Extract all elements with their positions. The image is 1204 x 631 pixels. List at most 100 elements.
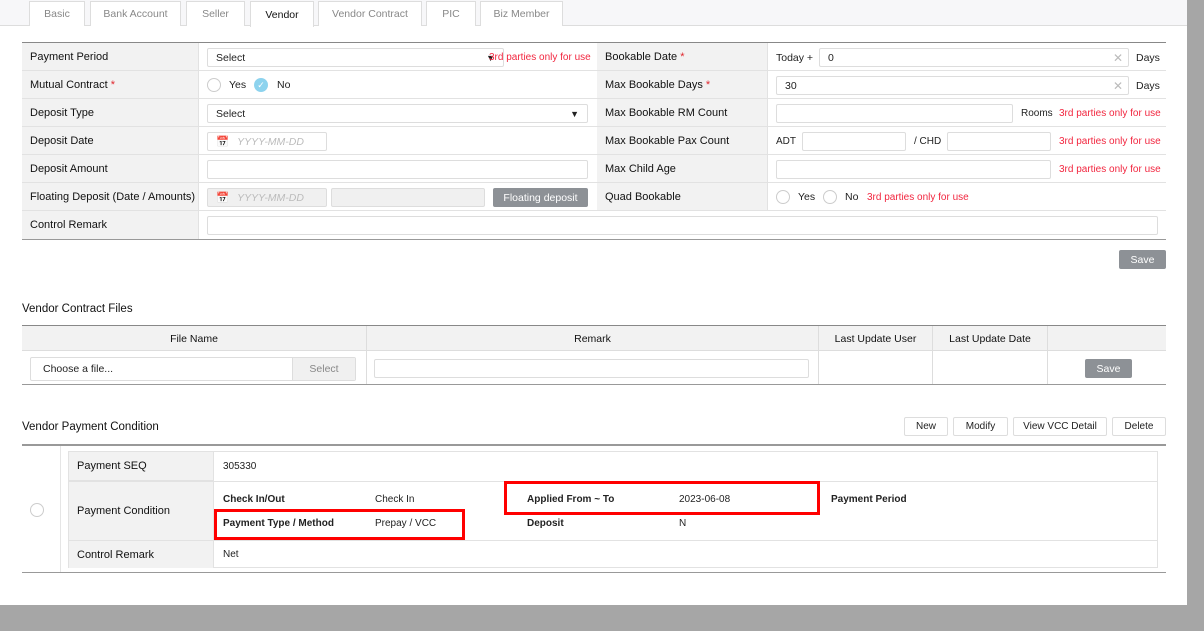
deposit-value: N <box>679 518 687 529</box>
payment-seq-label: Payment SEQ <box>69 452 214 481</box>
no-label: No <box>845 191 859 203</box>
adt-input[interactable] <box>802 132 906 151</box>
modify-button[interactable]: Modify <box>953 417 1008 436</box>
max-pax-count-label: Max Bookable Pax Count <box>597 127 768 154</box>
max-bookable-days-label: Max Bookable Days * <box>597 71 768 98</box>
calendar-icon[interactable]: 📅 <box>216 135 229 148</box>
deposit-type-label: Deposit Type <box>22 99 199 126</box>
tab-biz-member[interactable]: Biz Member <box>480 1 563 26</box>
label-text: Mutual Contract <box>30 78 108 91</box>
control-remark-input[interactable] <box>207 216 1158 235</box>
new-button[interactable]: New <box>904 417 948 436</box>
deposit-label: Deposit <box>527 518 564 529</box>
max-rm-count-input[interactable] <box>776 104 1013 123</box>
file-save-button[interactable]: Save <box>1085 359 1132 378</box>
tab-bank-account[interactable]: Bank Account <box>90 1 181 26</box>
required-mark: * <box>680 50 685 63</box>
contract-files-title: Vendor Contract Files <box>22 303 133 315</box>
deposit-date-label: Deposit Date <box>22 127 199 154</box>
vendor-modal: Basic Bank Account Seller Vendor Vendor … <box>0 0 1187 605</box>
days-unit: Days <box>1136 80 1160 92</box>
bookable-date-label: Bookable Date * <box>597 43 768 70</box>
mutual-contract-label: Mutual Contract * <box>22 71 199 98</box>
placeholder: YYYY-MM-DD <box>237 191 304 204</box>
control-remark-label: Control Remark <box>22 211 199 239</box>
max-bookable-days-input[interactable]: 30 ✕ <box>776 76 1129 95</box>
save-button[interactable]: Save <box>1119 250 1166 269</box>
caret-down-icon: ▼ <box>570 108 579 119</box>
control-remark-value: Net <box>223 549 239 560</box>
file-select-button[interactable]: Select <box>292 358 355 380</box>
payment-period-label: Payment Period <box>831 494 907 505</box>
quad-bookable-label: Quad Bookable <box>597 183 768 210</box>
yes-label: Yes <box>798 191 816 203</box>
select-value: Select <box>216 51 246 64</box>
chd-input[interactable] <box>947 132 1051 151</box>
tab-pic[interactable]: PIC <box>426 1 476 26</box>
clear-icon[interactable]: ✕ <box>1113 51 1123 65</box>
yes-label: Yes <box>229 79 247 91</box>
file-placeholder: Choose a file... <box>43 363 114 375</box>
quad-yes-radio[interactable] <box>776 190 790 204</box>
highlight-payment-type <box>214 509 465 540</box>
vendor-form: Payment Period Select ▼ 3rd parties only … <box>22 42 1166 240</box>
header-remark: Remark <box>366 326 818 351</box>
control-remark-label: Control Remark <box>69 541 214 568</box>
payment-select-radio[interactable] <box>30 503 44 517</box>
tab-seller[interactable]: Seller <box>186 1 245 26</box>
chd-label: / CHD <box>914 136 942 147</box>
check-in-out-value: Check In <box>375 494 415 505</box>
payment-period-select[interactable]: Select ▼ <box>207 48 504 67</box>
floating-deposit-button[interactable]: Floating deposit <box>493 188 588 207</box>
bookable-date-input[interactable]: 0 ✕ <box>819 48 1129 67</box>
floating-amount-input[interactable] <box>331 188 485 207</box>
floating-date-input[interactable]: 📅 YYYY-MM-DD <box>207 188 327 207</box>
days-unit: Days <box>1136 52 1160 64</box>
view-vcc-detail-button[interactable]: View VCC Detail <box>1013 417 1107 436</box>
input-value: 0 <box>828 51 834 64</box>
file-remark-input[interactable] <box>374 359 809 378</box>
third-party-note: 3rd parties only for use <box>1059 164 1161 175</box>
deposit-amount-input[interactable] <box>207 160 588 179</box>
floating-deposit-label: Floating Deposit (Date / Amounts) <box>22 183 199 210</box>
rooms-unit: Rooms <box>1021 108 1053 119</box>
max-child-age-input[interactable] <box>776 160 1051 179</box>
max-child-age-label: Max Child Age <box>597 155 768 182</box>
payment-seq-value: 305330 <box>223 461 257 472</box>
header-last-update-date: Last Update Date <box>932 326 1047 351</box>
deposit-amount-label: Deposit Amount <box>22 155 199 182</box>
label-text: Bookable Date <box>605 50 678 63</box>
header-file-name: File Name <box>170 332 218 345</box>
required-mark: * <box>705 78 711 91</box>
select-value: Select <box>216 107 246 120</box>
contract-files-table: File Name Remark Last Update User Last U… <box>22 325 1166 385</box>
payment-period-label: Payment Period <box>22 43 199 70</box>
quad-no-radio[interactable] <box>823 190 837 204</box>
third-party-note: 3rd parties only for use <box>1059 108 1161 119</box>
third-party-note: 3rd parties only for use <box>489 52 591 63</box>
delete-button[interactable]: Delete <box>1112 417 1166 436</box>
calendar-icon[interactable]: 📅 <box>216 191 229 204</box>
payment-condition-label: Payment Condition <box>69 482 214 540</box>
highlight-applied-from-to <box>504 481 820 515</box>
max-rm-count-label: Max Bookable RM Count <box>597 99 768 126</box>
tab-vendor[interactable]: Vendor <box>250 1 314 27</box>
tab-bar: Basic Bank Account Seller Vendor Vendor … <box>0 0 1187 27</box>
adt-label: ADT <box>776 136 796 147</box>
clear-icon[interactable]: ✕ <box>1113 79 1123 93</box>
payment-condition-title: Vendor Payment Condition <box>22 421 159 433</box>
third-party-note: 3rd parties only for use <box>867 192 969 203</box>
placeholder: YYYY-MM-DD <box>237 135 304 148</box>
third-party-note: 3rd parties only for use <box>1059 136 1161 147</box>
header-last-update-user: Last Update User <box>818 326 932 351</box>
tab-vendor-contract[interactable]: Vendor Contract <box>318 1 422 26</box>
mutual-no-radio[interactable]: ✓ <box>254 78 268 92</box>
required-mark: * <box>110 78 115 91</box>
tab-basic[interactable]: Basic <box>29 1 85 26</box>
label-text: Max Bookable Days <box>605 78 703 91</box>
check-in-out-label: Check In/Out <box>223 494 285 505</box>
today-prefix: Today + <box>776 52 814 64</box>
deposit-date-input[interactable]: 📅 YYYY-MM-DD <box>207 132 327 151</box>
mutual-yes-radio[interactable] <box>207 78 221 92</box>
deposit-type-select[interactable]: Select ▼ <box>207 104 588 123</box>
